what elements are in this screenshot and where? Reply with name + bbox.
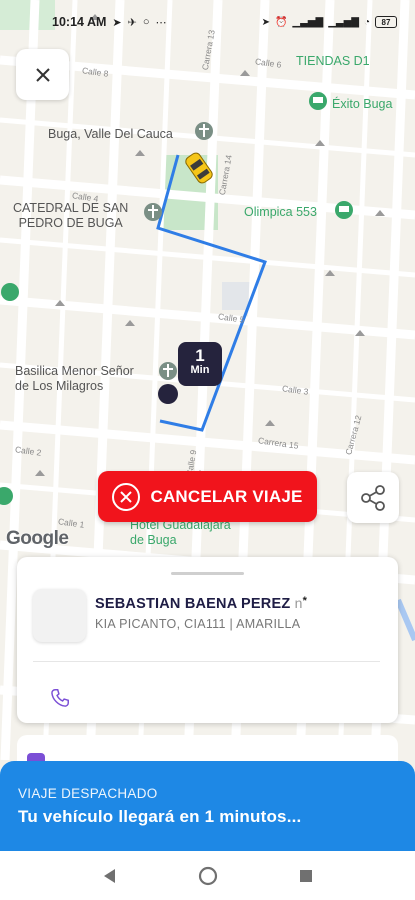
poi-buga-valle-del-cauca[interactable]: Buga, Valle Del Cauca xyxy=(48,127,173,142)
navigation-arrow-icon: ➤ xyxy=(112,16,122,29)
back-triangle-icon xyxy=(103,868,115,883)
signal-icon: ▁▃▅▇ xyxy=(292,16,324,28)
status-time: 10:14 AM xyxy=(52,15,107,29)
phone-icon xyxy=(51,689,69,707)
eta-unit: Min xyxy=(190,364,210,376)
dispatch-status: VIAJE DESPACHADO xyxy=(18,786,158,801)
signal-icon: ▁▃▅▇ xyxy=(328,16,359,28)
system-navigation-bar xyxy=(0,851,415,900)
pickup-marker xyxy=(158,384,178,404)
shopping-cart-pin-icon xyxy=(309,92,327,110)
poi-olimpica[interactable]: Olimpica 553 xyxy=(244,205,317,220)
eta-value: 1 xyxy=(195,346,205,365)
cancel-x-circle-icon xyxy=(112,482,141,511)
park-pin-icon xyxy=(1,283,19,301)
drag-handle[interactable] xyxy=(171,572,244,575)
telegram-icon: ✈ xyxy=(127,16,137,29)
church-pin-icon xyxy=(195,122,213,140)
alarm-icon: ⏰ xyxy=(274,16,288,28)
wifi-icon: ◔ xyxy=(363,16,370,28)
poi-basilica-menor[interactable]: Basilica Menor Señor de Los Milagros xyxy=(15,364,134,394)
poi-exito-buga[interactable]: Éxito Buga xyxy=(332,97,392,112)
driver-avatar xyxy=(33,589,86,642)
driver-name-mark: * xyxy=(302,595,308,607)
church-pin-icon xyxy=(159,362,177,380)
poi-tiendas-d1[interactable]: TIENDAS D1 xyxy=(296,54,370,69)
google-attribution[interactable]: Google xyxy=(6,528,69,550)
location-icon: ➤ xyxy=(261,16,270,28)
poi-catedral-san-pedro[interactable]: CATEDRAL DE SAN PEDRO DE BUGA xyxy=(13,201,128,231)
status-bar: 10:14 AM ➤ ✈ ○ ⋯ ➤ ⏰ ▁▃▅▇ ▁▃▅▇ ◔ 87 xyxy=(0,0,415,44)
eta-badge: 1 Min xyxy=(178,342,222,386)
close-icon xyxy=(35,67,50,82)
driver-name: SEBASTIAN BAENA PEREZ n* xyxy=(95,595,307,612)
shopping-cart-pin-icon xyxy=(335,201,353,219)
messenger-icon: ○ xyxy=(142,16,150,28)
home-circle-icon xyxy=(198,866,217,885)
building-area xyxy=(222,282,250,310)
call-driver-button[interactable] xyxy=(45,683,75,713)
church-pin-icon xyxy=(144,203,162,221)
close-button[interactable] xyxy=(16,49,69,100)
cancel-trip-label: CANCELAR VIAJE xyxy=(150,486,303,506)
dispatch-message: Tu vehículo llegará en 1 minutos... xyxy=(18,807,302,826)
notification-icons: ➤ ✈ ○ ⋯ xyxy=(112,16,166,29)
blue-road xyxy=(395,598,415,642)
nav-back-button[interactable] xyxy=(97,863,123,889)
nav-recents-button[interactable] xyxy=(293,863,319,889)
driver-card[interactable]: SEBASTIAN BAENA PEREZ n* KIA PICANTO, CI… xyxy=(17,557,398,723)
cancel-trip-button[interactable]: CANCELAR VIAJE xyxy=(98,471,317,522)
share-icon xyxy=(361,484,385,511)
vehicle-info: KIA PICANTO, CIA111 | AMARILLA xyxy=(95,617,301,631)
divider xyxy=(33,661,380,662)
nav-home-button[interactable] xyxy=(195,863,221,889)
recents-square-icon xyxy=(299,869,312,882)
dispatch-banner: VIAJE DESPACHADO Tu vehículo llegará en … xyxy=(0,761,415,851)
system-icons: ➤ ⏰ ▁▃▅▇ ▁▃▅▇ ◔ 87 xyxy=(262,16,397,28)
more-dots-icon: ⋯ xyxy=(155,16,167,29)
battery-icon: 87 xyxy=(375,16,397,28)
driver-name-suffix: n xyxy=(294,595,303,611)
poi-hotel-guadalajara[interactable]: Hotel Guadalajara de Buga xyxy=(130,518,231,548)
share-button[interactable] xyxy=(347,472,399,523)
driver-name-text: SEBASTIAN BAENA PEREZ xyxy=(95,596,291,612)
